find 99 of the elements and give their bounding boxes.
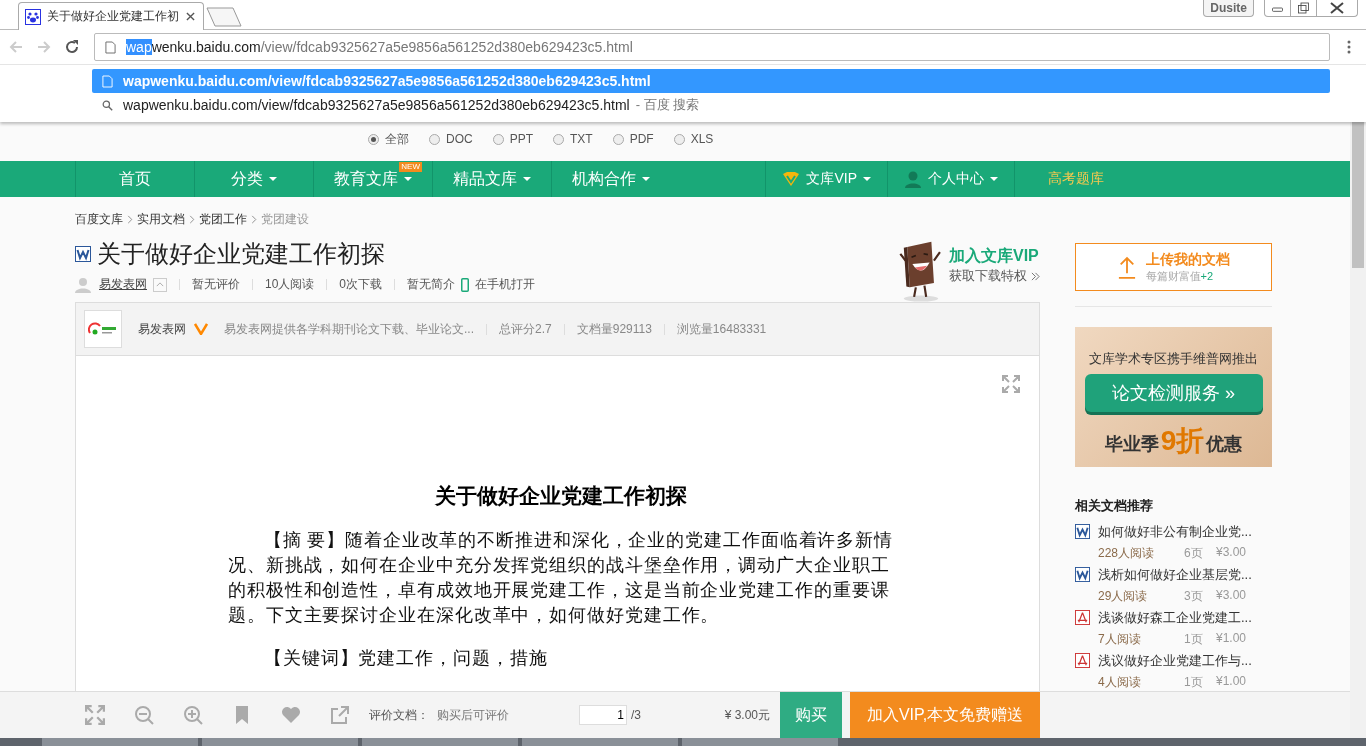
pdf-file-icon [1075, 653, 1090, 668]
scrollbar[interactable] [1350, 122, 1366, 738]
fullscreen-icon[interactable] [1002, 375, 1020, 393]
page-count: 3页 [1184, 588, 1204, 605]
price-text: ¥ 3.00元 [724, 706, 770, 724]
price-text: ¥3.00 [1216, 588, 1247, 604]
new-badge: NEW [399, 162, 422, 172]
read-count: 29人阅读 [1098, 588, 1149, 605]
page-icon [105, 40, 116, 54]
close-icon[interactable] [186, 12, 195, 21]
price-text: ¥3.00 [1216, 545, 1247, 561]
author-stat: 文档量929113 [576, 320, 652, 338]
chevron-icon [127, 215, 133, 224]
meta-text: 0次下载 [339, 276, 383, 293]
rate-label: 评价文档： [369, 706, 429, 724]
vip-promo[interactable]: 加入文库VIP 获取下载特权 [897, 240, 1040, 302]
suggestion-suffix: - 百度 搜索 [635, 96, 700, 114]
profile-button[interactable]: Dusite [1203, 0, 1254, 17]
page-count: 1页 [1184, 631, 1204, 648]
meta-text: 暂无简介 [407, 276, 456, 293]
page-icon [102, 74, 113, 88]
ad-banner[interactable]: 文库学术专区携手维普网推出 论文检测服务 » 毕业季9折优惠 [1075, 327, 1272, 467]
pdf-file-icon [1075, 610, 1090, 625]
chevron-up-icon [156, 282, 164, 287]
page-count: 1页 [1184, 674, 1204, 691]
page-paragraph: 【摘 要】随着企业改革的不断推进和深化，企业的党建工作面临着许多新情况、新挑战，如何在企业中充分发挥党组织的战斗堡垒作用，调动广大企业职工的积极性和创造性，卓有成效地开展党建工作，这是当前企业党建工作的重要课题。下文主要探讨企业在深化改革中，如何做好党建工作。 [228, 529, 895, 627]
reload-icon[interactable] [64, 39, 80, 55]
author-stat: 总评分2.7 [499, 320, 552, 338]
suggestion-url: wapwenku.baidu.com/view/fdcab9325627a5e9856a561252d380eb629423c5.html [123, 73, 651, 89]
person-icon [904, 170, 922, 188]
caret-icon [990, 177, 998, 181]
zoom-in-icon[interactable] [183, 705, 203, 725]
word-file-icon [75, 246, 91, 262]
user-icon [75, 276, 91, 293]
ad-text: 文库学术专区携手维普网推出 [1089, 350, 1258, 368]
filetype-radio[interactable]: DOC [429, 132, 473, 146]
chevron-icon [189, 215, 195, 224]
mobile-link[interactable]: 在手机打开 [475, 276, 536, 293]
read-count: 7人阅读 [1098, 631, 1142, 648]
double-chevron-icon [1031, 271, 1040, 281]
filetype-radio[interactable]: TXT [553, 132, 593, 146]
word-file-icon [1075, 524, 1090, 539]
breadcrumb-link[interactable]: 百度文库 [75, 211, 123, 228]
breadcrumb-link[interactable]: 党团工作 [199, 211, 247, 228]
related-doc-link[interactable]: 浅议做好企业党建工作与... [1098, 652, 1252, 670]
suggestion-item[interactable]: wapwenku.baidu.com/view/fdcab9325627a5e9856a561252d380eb629423c5.html - 百度 搜索 [92, 93, 1330, 117]
fullscreen-icon[interactable] [85, 705, 105, 725]
author-stat: 浏览量16483331 [676, 320, 767, 338]
v-icon [194, 323, 208, 335]
author-name[interactable]: 易发表网 [138, 320, 186, 338]
related-doc-link[interactable]: 浅谈做好森工企业党建工... [1098, 609, 1252, 627]
logo-icon [84, 310, 122, 348]
filetype-radio[interactable]: PPT [492, 132, 533, 146]
v-icon [782, 171, 801, 187]
author-description: 易发表网提供各学科期刊论文下载、毕业论文... [224, 320, 474, 338]
upload-icon [1117, 255, 1136, 279]
caret-icon [863, 177, 871, 181]
promo-title: 加入文库VIP [949, 246, 1040, 266]
breadcrumb-link[interactable]: 实用文档 [137, 211, 185, 228]
section-title: 相关文档推荐 [1075, 497, 1154, 515]
price-text: ¥1.00 [1216, 631, 1247, 647]
meta-text: 10人阅读 [265, 276, 315, 293]
ad-slogan: 毕业季9折优惠 [1104, 424, 1243, 458]
url-text: wapwenku.baidu.com/view/fdcab9325627a5e9856a561252d380eb629423c5.html [126, 39, 633, 55]
meta-text: 暂无评价 [192, 276, 240, 293]
filetype-radio[interactable]: PDF [612, 132, 654, 146]
promo-subtitle: 获取下载特权 [949, 267, 1040, 285]
read-count: 4人阅读 [1098, 674, 1142, 691]
share-icon[interactable] [330, 705, 350, 725]
heart-icon[interactable] [281, 705, 301, 725]
page-number-field[interactable]: 1 [579, 705, 627, 725]
related-doc-link[interactable]: 浅析如何做好企业基层党... [1098, 566, 1252, 584]
related-doc-link[interactable]: 如何做好非公有制企业党... [1098, 523, 1252, 541]
price-text: ¥1.00 [1216, 674, 1247, 690]
rate-hint: 购买后可评价 [437, 706, 509, 724]
search-icon [102, 98, 113, 112]
chevron-icon [251, 215, 257, 224]
collapse-button[interactable] [153, 277, 167, 292]
page-total: /3 [631, 708, 641, 722]
filetype-radio[interactable]: XLS [673, 132, 714, 146]
menu-icon[interactable] [1346, 39, 1352, 55]
page-count: 6页 [1184, 545, 1204, 562]
new-tab-button[interactable] [206, 7, 242, 27]
tab-title: 关于做好企业党建工作初 [47, 8, 180, 25]
read-count: 228人阅读 [1098, 545, 1156, 562]
browser-tab[interactable]: 关于做好企业党建工作初 [18, 2, 204, 30]
paw-icon [25, 8, 41, 25]
author-link[interactable]: 易发表网 [99, 276, 147, 293]
page-heading: 关于做好企业党建工作初探 [434, 483, 688, 510]
back-icon[interactable] [8, 39, 24, 55]
phone-icon [461, 277, 470, 292]
document-title: 关于做好企业党建工作初探 [97, 239, 385, 269]
page-paragraph: 【关键词】党建工作，问题，措施 [263, 647, 549, 670]
forward-icon[interactable] [36, 39, 52, 55]
zoom-out-icon[interactable] [134, 705, 154, 725]
filetype-radio[interactable]: 全部 [368, 130, 409, 148]
word-file-icon [1075, 567, 1090, 582]
suggestion-url: wapwenku.baidu.com/view/fdcab9325627a5e9856a561252d380eb629423c5.html [123, 97, 630, 113]
address-field[interactable]: wapwenku.baidu.com/view/fdcab9325627a5e9856a561252d380eb629423c5.html [94, 33, 1330, 61]
